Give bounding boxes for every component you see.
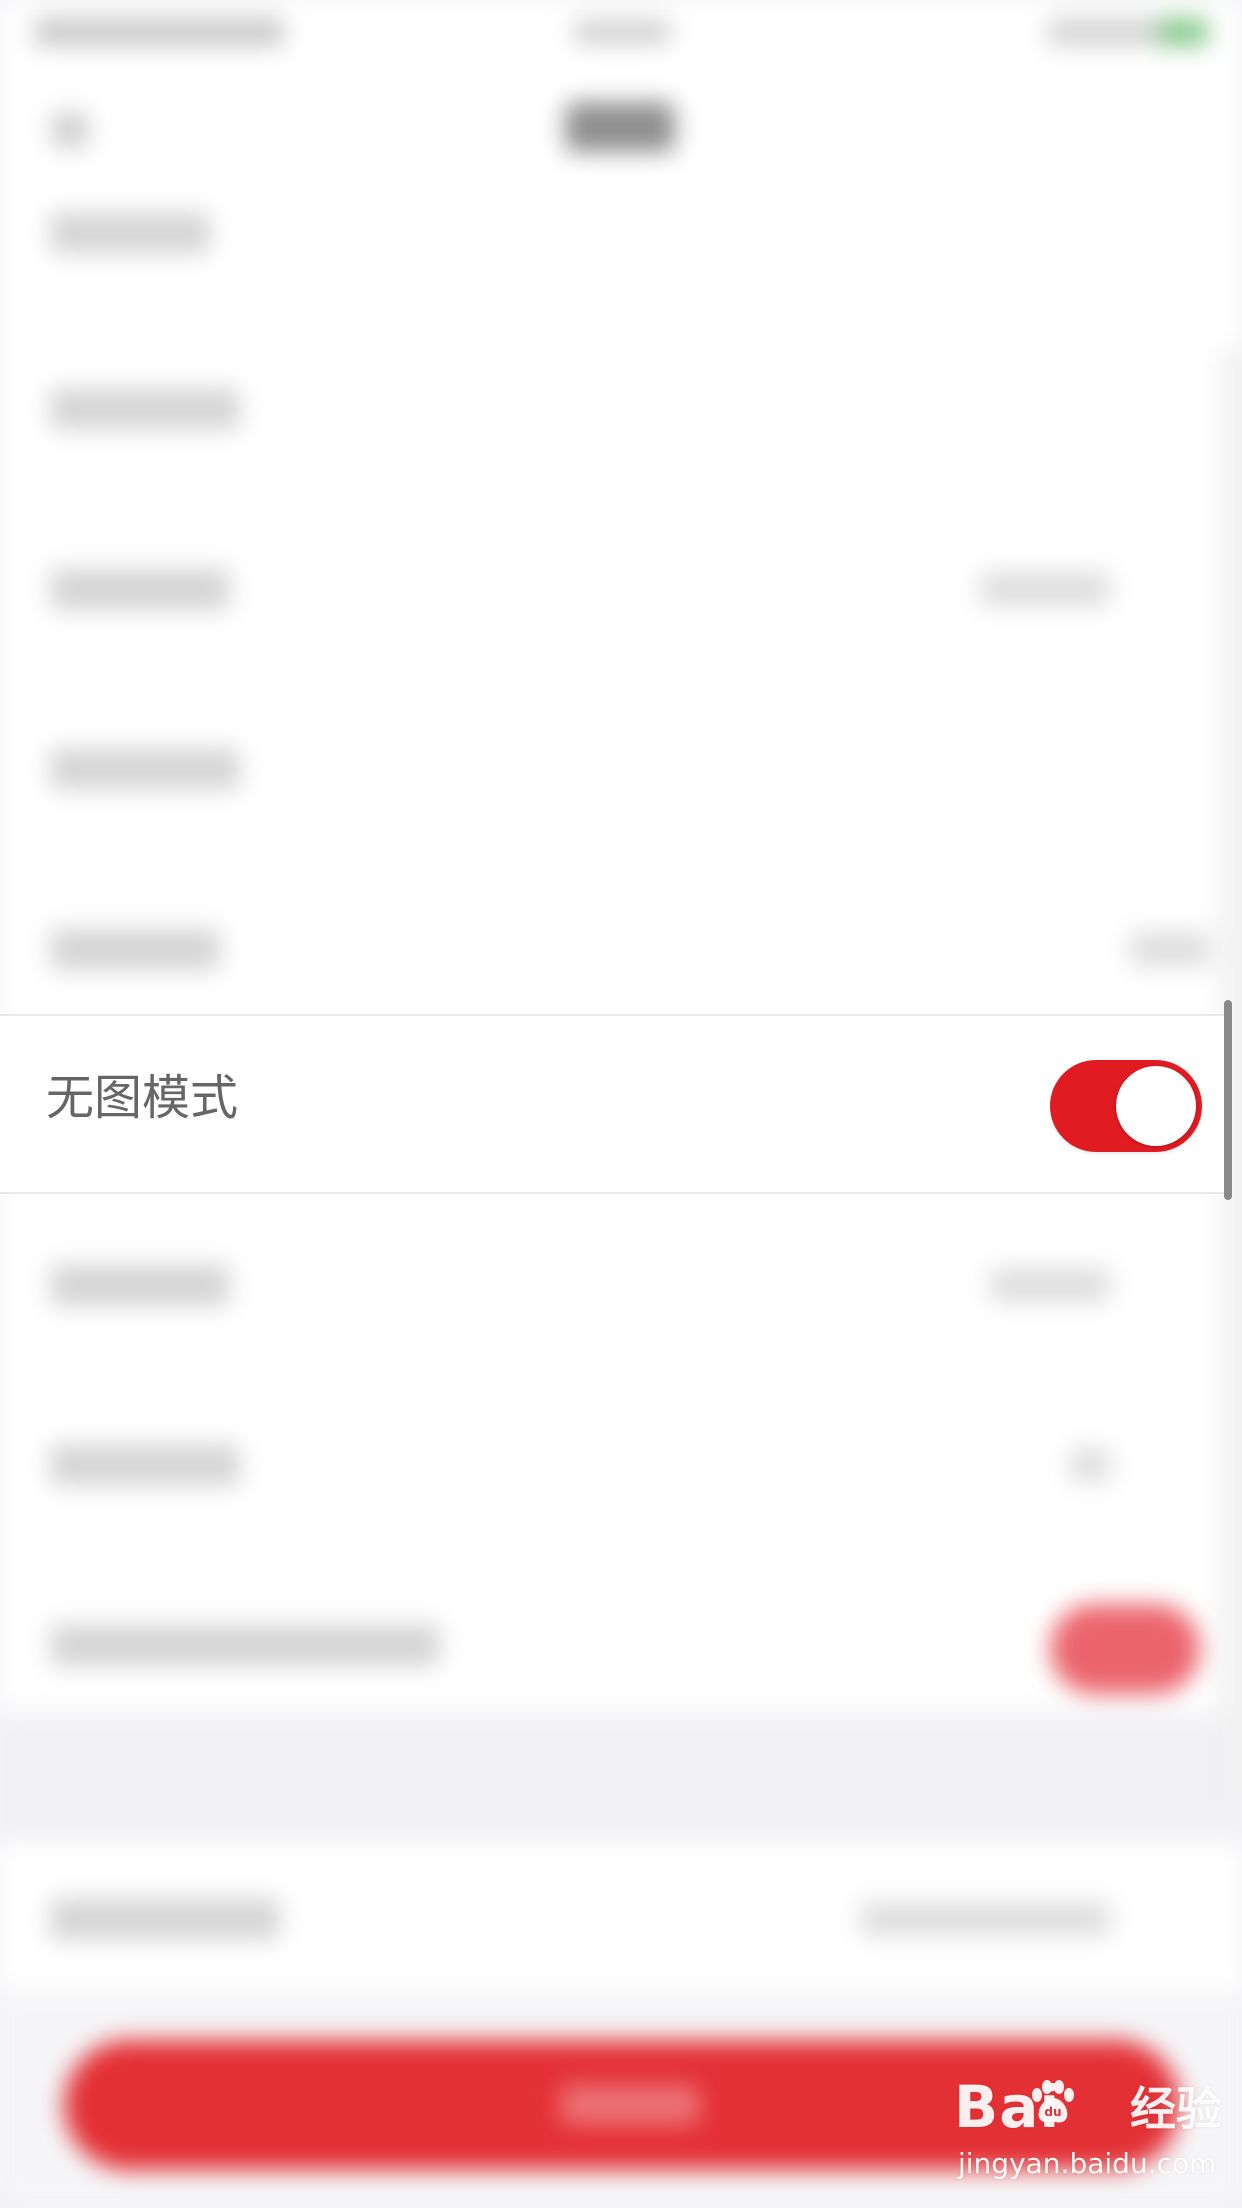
settings-row-label	[50, 1624, 440, 1666]
settings-row-value	[1130, 932, 1210, 966]
battery-icon	[1158, 18, 1208, 46]
settings-row-label	[50, 1444, 240, 1486]
settings-row-label	[50, 212, 210, 254]
page-title	[565, 102, 675, 152]
settings-row[interactable]	[0, 1374, 1242, 1554]
settings-row-label	[50, 1264, 230, 1306]
settings-row-label	[50, 1898, 280, 1940]
settings-row-value	[980, 572, 1110, 606]
no-image-mode-label: 无图模式	[46, 1070, 239, 1126]
settings-row[interactable]	[0, 1554, 1242, 1734]
watermark-url: jingyan.baidu.com	[958, 2147, 1217, 2180]
svg-text:du: du	[1044, 2105, 1061, 2119]
toggle-switch-icon[interactable]	[1050, 1060, 1202, 1152]
settings-row-label	[50, 928, 220, 970]
scrollbar[interactable]	[1224, 1000, 1232, 1200]
settings-row-label	[50, 748, 240, 790]
settings-row-label	[50, 568, 230, 610]
no-image-mode-row[interactable]: 无图模式	[0, 1014, 1226, 1194]
settings-row[interactable]	[0, 498, 1242, 678]
toggle-switch-icon[interactable]	[1050, 1604, 1200, 1694]
header-bar	[0, 72, 1242, 192]
bottom-action-button-label	[560, 2085, 700, 2125]
back-arrow-icon[interactable]	[52, 112, 88, 148]
settings-row[interactable]	[0, 1842, 1242, 1992]
baidu-watermark: Bai du 经验 jingyan.baidu.com	[954, 2074, 1234, 2184]
settings-row-value	[990, 1268, 1110, 1302]
section-separator	[0, 1712, 1242, 1842]
settings-row[interactable]	[0, 1194, 1242, 1374]
status-bar-time	[574, 20, 670, 44]
settings-row-label	[50, 388, 240, 430]
status-bar-left	[34, 18, 284, 46]
baidu-paw-icon: du	[1032, 2080, 1074, 2123]
settings-row[interactable]	[0, 858, 1242, 1038]
watermark-cn-text: 经验	[1130, 2082, 1222, 2136]
settings-row-value	[1070, 1448, 1110, 1482]
settings-row-value	[860, 1902, 1110, 1936]
settings-row[interactable]	[0, 678, 1242, 858]
status-bar	[0, 0, 1242, 72]
settings-row[interactable]	[0, 318, 1242, 498]
toggle-switch-knob	[1116, 1066, 1196, 1146]
